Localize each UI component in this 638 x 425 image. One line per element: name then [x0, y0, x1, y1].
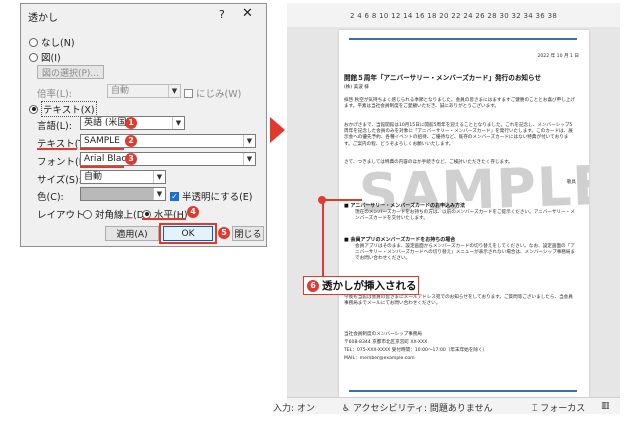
chevron-down-icon: ▼ [172, 117, 184, 129]
doc-bullet-2-head-text: 会員アプリのメンバーズカードをお持ちの場合 [350, 237, 456, 243]
status-bar: 入力: オン ♿ アクセシビリティ: 問題ありません ⌶ フォーカス ▥ [273, 397, 620, 414]
semitransparent-checkbox[interactable]: ✓ [170, 191, 179, 201]
callout-box: 6 透かしが挿入される [303, 276, 419, 295]
color-label: 色(C): [37, 189, 64, 203]
close-icon[interactable]: ✕ [242, 6, 253, 21]
size-value: 自動 [84, 172, 103, 182]
close-button[interactable]: 閉じる [232, 226, 264, 241]
callout-leader-dot [318, 196, 326, 204]
doc-bullet-2-head: ■ 会員アプリのメンバーズカードをお持ちの場合 [344, 237, 456, 243]
book-view-icon[interactable]: ▥ [601, 401, 610, 411]
doc-date: 2022 年 10 月 1 日 [537, 54, 579, 59]
underline-font-value [80, 166, 124, 168]
doc-para-2: おかげさまで、当館開館は10月15日に開館5周年を迎えることとなりました。これを… [344, 123, 573, 147]
scale-select[interactable]: 自動 ▼ [107, 84, 181, 98]
footer-rule [349, 390, 577, 392]
washout-row[interactable]: にじみ(W) [184, 86, 241, 100]
radio-none[interactable] [29, 37, 38, 47]
doc-para-4: 今後も当館は会員の皆さまにメールアドレス宛でのお知らせをしております。ご質問等ご… [344, 295, 573, 307]
doc-para-1: 拝啓 秋空が気持ちよく感じられる季節となりました。会員の皆さまにはますますご健勝… [344, 98, 576, 110]
accessibility-icon: ♿ [342, 404, 351, 414]
language-value: 英語 (米国) [84, 118, 130, 128]
callout-leader-v [322, 200, 324, 276]
language-label-text: 言語(L): [37, 121, 72, 132]
size-select[interactable]: 自動 ▼ [80, 170, 166, 184]
ruler[interactable]: 2 4 6 8 10 12 14 16 18 20 22 24 26 28 30… [287, 3, 620, 27]
step-badge-3: 3 [125, 153, 137, 165]
text-combobox[interactable]: SAMPLE ▼ [80, 134, 256, 148]
callout-leader-h [322, 199, 362, 201]
radio-text[interactable] [29, 104, 38, 114]
status-accessibility-text: アクセシビリティ: 問題ありません [352, 404, 493, 414]
callout-text: 透かしが挿入される [322, 280, 417, 292]
layout-label-text: レイアウト: [37, 210, 88, 221]
doc-greeting: (株) 美波 様 [344, 85, 369, 90]
step-badge-5: 5 [218, 227, 230, 239]
chevron-down-icon: ▼ [243, 153, 255, 165]
color-select[interactable]: ▼ [80, 187, 166, 201]
underline-text-value [80, 148, 124, 150]
scale-label-text: 倍率(L): [37, 89, 72, 100]
step-badge-6: 6 [307, 279, 319, 292]
doc-contact-2: 〒608-8344 京都市北区京宮町 XX-XXX [344, 340, 428, 345]
status-input[interactable]: 入力: オン [273, 401, 315, 414]
font-select[interactable]: Arial Black ▼ [80, 152, 256, 166]
doc-title: 開館５周年「アニバーサリー・メンバーズカード」発行のお知らせ [344, 74, 542, 82]
washout-label: にじみ(W) [196, 89, 242, 100]
scale-label: 倍率(L): [37, 86, 72, 100]
ok-highlight [159, 223, 217, 244]
radio-none-label: なし(N) [41, 38, 75, 49]
doc-bullet-1-head-text: アニバーサリー・メンバーズカードのお申込み方法 [350, 203, 466, 209]
doc-contact-3: TEL：075-XXX-XXXX 受付時間：10:00～17:00（年末年始を除… [344, 348, 488, 353]
size-label-text: サイズ(S): [37, 175, 82, 186]
radio-picture[interactable] [29, 52, 38, 62]
chevron-down-icon: ▼ [243, 135, 255, 147]
size-label: サイズ(S): [37, 172, 82, 186]
doc-contact-1: 当社会員制度のメンバーシップ事務局 [344, 332, 423, 337]
doc-bullet-1-head: ■ アニバーサリー・メンバーズカードのお申込み方法 [344, 203, 466, 209]
step-badge-2: 2 [125, 135, 137, 147]
document-page[interactable]: 2022 年 10 月 1 日 開館５周年「アニバーサリー・メンバーズカード」発… [339, 30, 589, 400]
header-rule [349, 38, 577, 40]
chevron-down-icon: ▼ [168, 85, 180, 97]
radio-picture-row[interactable]: 図(I) [29, 50, 61, 64]
washout-checkbox[interactable] [184, 88, 193, 98]
watermark-dialog: 透かし ? ✕ なし(N) 図(I) 図の選択(P)... 倍率(L): 自動 … [20, 3, 267, 247]
color-label-text: 色(C): [37, 192, 64, 203]
radio-text-label: テキスト(X) [41, 101, 97, 117]
status-focus-text: フォーカス [540, 404, 586, 414]
apply-button[interactable]: 適用(A) [105, 226, 159, 241]
select-picture-button[interactable]: 図の選択(P)... [37, 65, 104, 79]
ruler-numbers: 2 4 6 8 10 12 14 16 18 20 22 24 26 28 30… [350, 12, 558, 20]
focus-icon: ⌶ [532, 404, 538, 414]
semitransparent-row[interactable]: ✓ 半透明にする(E) [170, 189, 253, 203]
doc-bullet-2-body: 会員アプリはそのまま、設定画面からメンバーズカードの切り替えをしてください。なお… [355, 244, 576, 262]
help-button[interactable]: ? [219, 8, 225, 21]
chevron-down-icon: ▼ [153, 188, 165, 200]
status-focus[interactable]: ⌶ フォーカス [532, 401, 585, 414]
underline-text-label [37, 148, 77, 150]
scale-value: 自動 [111, 86, 130, 96]
doc-bullet-1-body: 現在のメンバーズカードをお持ちの方は、以前のメンバーズカードをご提示ください。ア… [355, 210, 575, 222]
dialog-title: 透かし [28, 13, 58, 24]
chevron-down-icon: ▼ [153, 171, 165, 183]
underline-horizontal [142, 218, 186, 220]
layout-label: レイアウト: [37, 207, 88, 221]
doc-contact-4: MAIL：member@example.com [344, 356, 415, 361]
diagonal-label: 対角線上(D) [95, 210, 148, 221]
radio-picture-label: 図(I) [41, 53, 61, 64]
radio-text-row[interactable]: テキスト(X) [29, 101, 97, 117]
radio-none-row[interactable]: なし(N) [29, 35, 75, 49]
status-accessibility[interactable]: ♿ アクセシビリティ: 問題ありません [342, 401, 493, 414]
semitransparent-label: 半透明にする(E) [182, 192, 253, 203]
language-label: 言語(L): [37, 118, 72, 132]
step-badge-4: 4 [187, 206, 199, 218]
text-value: SAMPLE [84, 136, 120, 146]
arrow-right-icon [270, 117, 285, 143]
diagonal-row[interactable]: 対角線上(D) [83, 207, 148, 221]
radio-diagonal[interactable] [83, 209, 92, 219]
step-badge-1: 1 [125, 117, 137, 129]
word-window: 2 4 6 8 10 12 14 16 18 20 22 24 26 28 30… [287, 3, 620, 414]
